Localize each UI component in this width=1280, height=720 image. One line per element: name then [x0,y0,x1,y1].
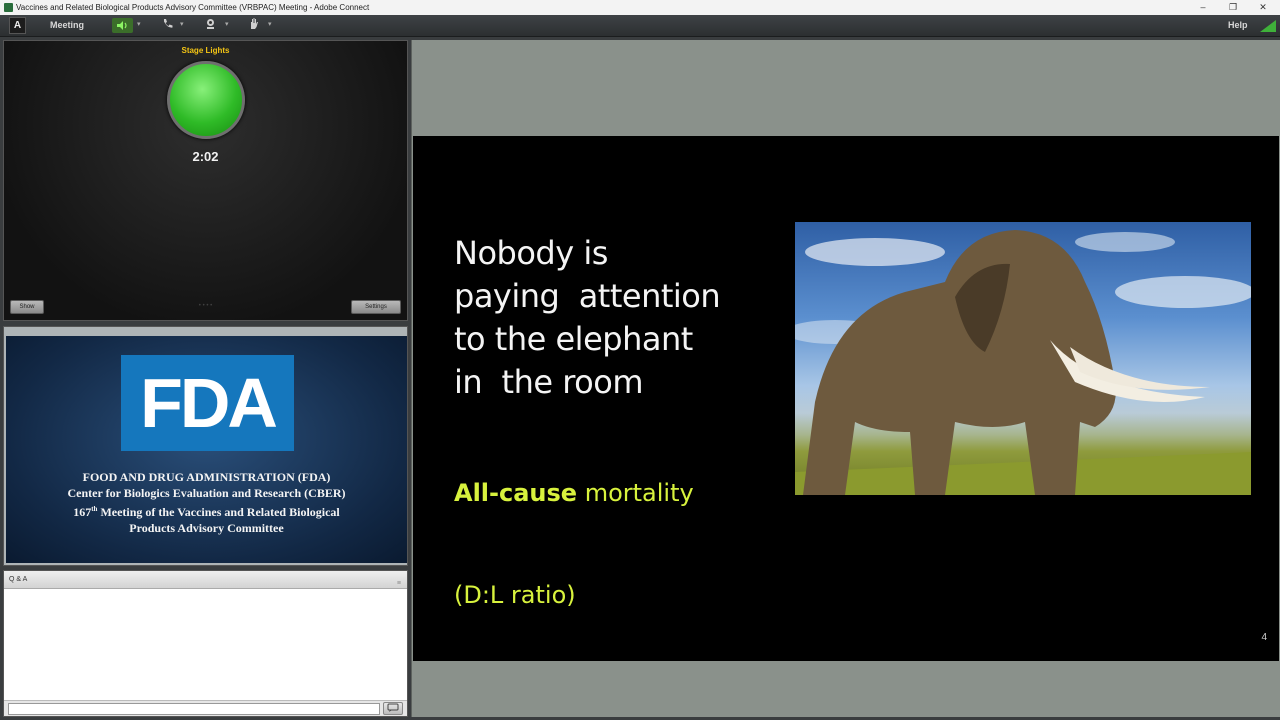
qa-title: Q & A [9,576,28,583]
raise-hand-dropdown-icon[interactable]: ▾ [268,20,272,28]
qa-header: Q & A ≡ [4,571,407,589]
green-light-indicator [167,61,245,139]
phone-icon[interactable] [162,18,173,32]
pod-options-icon[interactable]: ≡ [397,575,401,593]
stage-lights-status: • • • • [198,303,213,309]
caption-line-2: Center for Biologics Evaluation and Rese… [67,486,346,500]
maximize-button[interactable]: ❐ [1222,0,1244,15]
speaker-dropdown-icon[interactable]: ▾ [137,20,141,28]
slide-heading: Nobody is paying attention to the elephant… [454,234,721,401]
stage-lights-pod: Stage Lights 2:02 Show • • • • Settings [3,40,408,321]
qa-input[interactable] [8,703,380,715]
adobe-logo-icon: A [9,17,26,34]
fda-title-slide: FDA FOOD AND DRUG ADMINISTRATION (FDA) C… [6,336,407,563]
settings-button[interactable]: Settings [351,300,401,314]
qa-input-row [4,700,407,716]
fda-logo: FDA [121,355,294,451]
slide-page-number: 4 [1261,632,1267,643]
stage-lights-title: Stage Lights [181,46,230,55]
presentation-slide: Nobody is paying attention to the elephant… [413,136,1279,661]
main-share-pod: Nobody is paying attention to the elephant… [411,40,1280,717]
webcam-icon[interactable] [205,18,216,33]
webcam-dropdown-icon[interactable]: ▾ [225,20,229,28]
raise-hand-icon[interactable] [248,18,259,33]
caption-line-1: FOOD AND DRUG ADMINISTRATION (FDA) [82,470,331,484]
slide-subheading: All-cause mortality (D:L ratio) [454,479,694,609]
phone-dropdown-icon[interactable]: ▾ [180,20,184,28]
caption-line-4: Products Advisory Committee [129,521,284,535]
minimize-button[interactable]: – [1192,0,1214,15]
elephant-photo [795,222,1251,495]
app-icon [4,3,13,12]
window-titlebar: Vaccines and Related Biological Products… [0,0,1280,15]
send-icon[interactable] [383,702,403,715]
qa-pod: Q & A ≡ [3,570,408,717]
fda-caption: FOOD AND DRUG ADMINISTRATION (FDA) Cente… [6,469,407,536]
speaker-icon[interactable] [112,18,133,33]
connection-status-icon [1258,18,1278,33]
close-button[interactable]: ✕ [1252,0,1274,15]
caption-line-3: 167th Meeting of the Vaccines and Relate… [73,505,340,519]
fda-share-pod: FDA FOOD AND DRUG ADMINISTRATION (FDA) C… [3,326,408,566]
meeting-menu[interactable]: Meeting [50,20,84,30]
countdown-timer: 2:02 [192,149,219,164]
menu-bar: A Meeting ▾ ▾ ▾ ▾ Help [0,15,1280,37]
help-menu[interactable]: Help [1228,20,1248,30]
window-title: Vaccines and Related Biological Products… [16,3,370,12]
